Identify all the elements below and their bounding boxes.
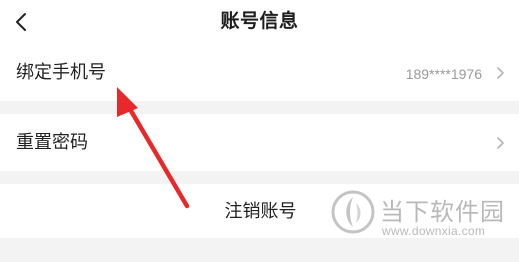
phone-number-value: 189****1976 (405, 66, 482, 82)
cancel-account-label: 注销账号 (224, 201, 297, 221)
reset-password-label: 重置密码 (16, 132, 88, 152)
bind-phone-row[interactable]: 绑定手机号 189****1976 (0, 44, 519, 101)
page-title: 账号信息 (220, 11, 299, 32)
chevron-right-icon (497, 67, 504, 79)
cancel-account-button[interactable]: 注销账号 (0, 184, 519, 238)
bind-phone-label: 绑定手机号 (16, 62, 106, 82)
chevron-right-icon (497, 137, 504, 149)
nav-bar: 账号信息 (0, 0, 519, 44)
reset-password-row[interactable]: 重置密码 (0, 114, 519, 171)
